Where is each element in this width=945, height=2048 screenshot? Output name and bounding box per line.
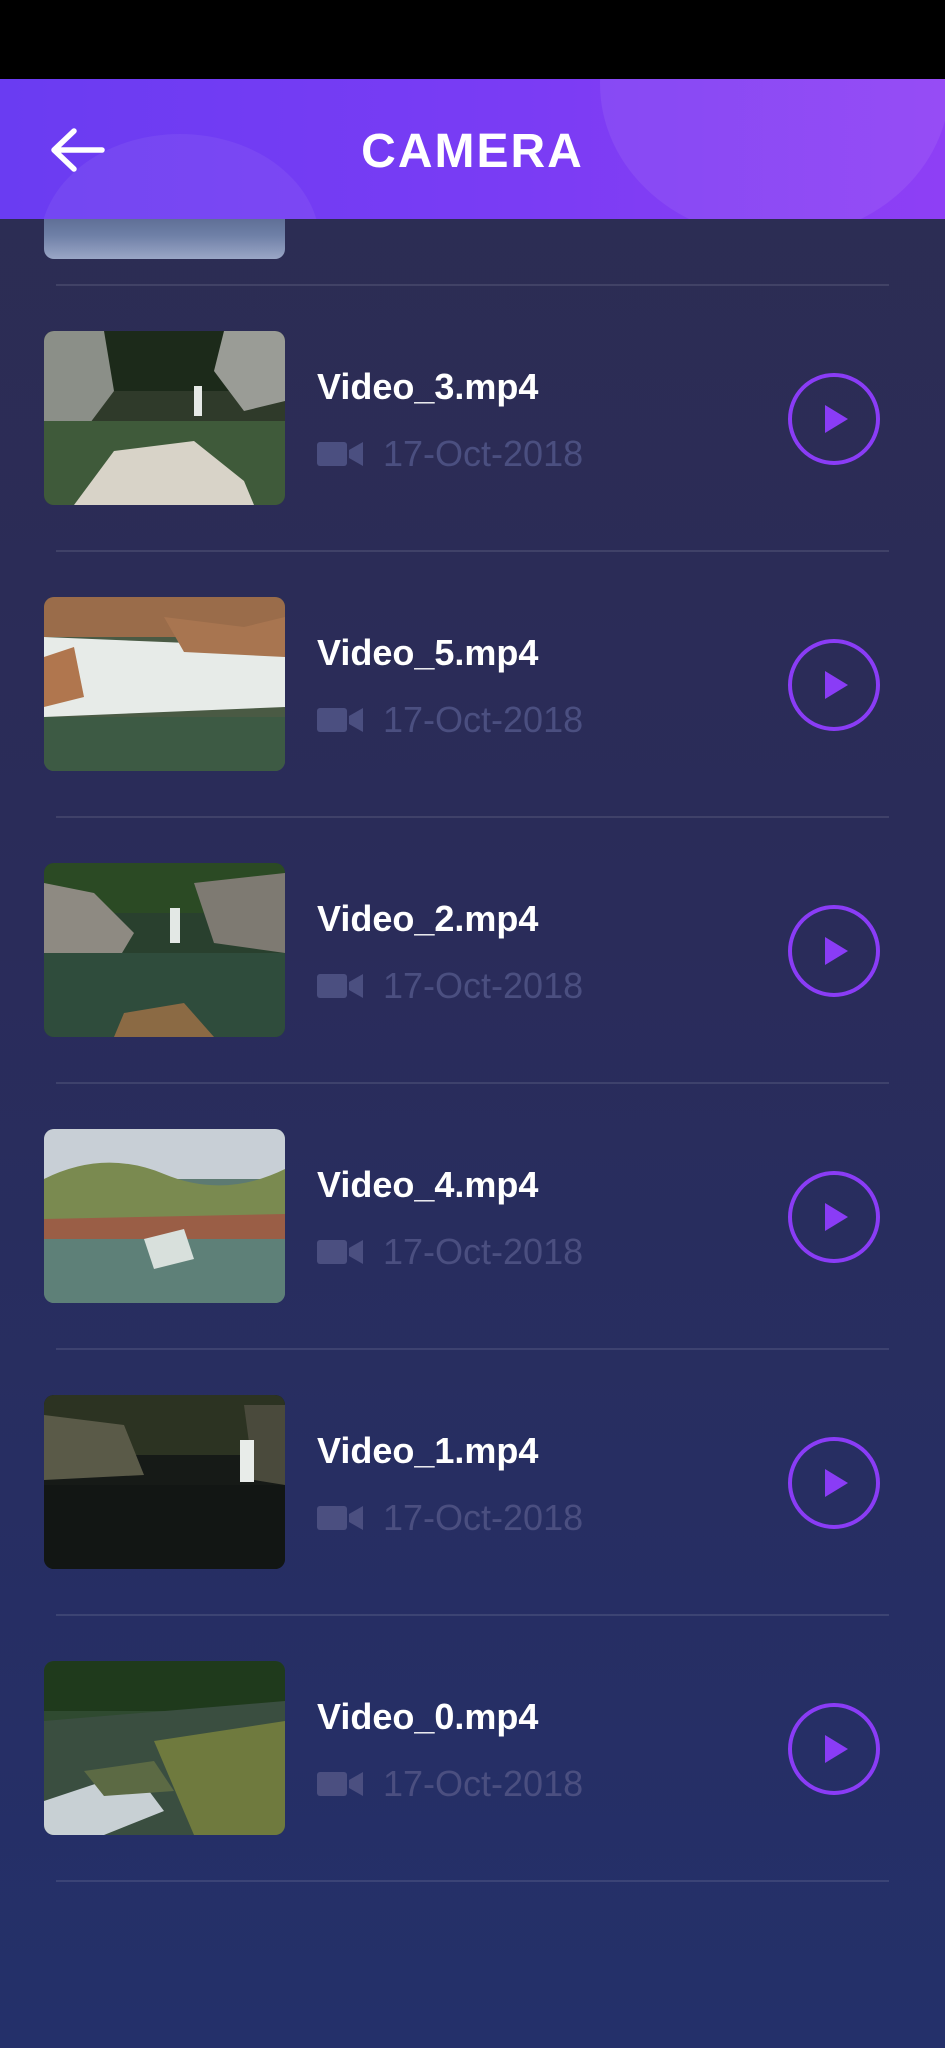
video-title: Video_0.mp4	[317, 1696, 539, 1737]
status-bar	[0, 0, 945, 79]
play-icon	[825, 1735, 848, 1763]
list-item[interactable]: Video_3.mp4 17-Oct-2018	[0, 285, 945, 551]
video-title: Video_1.mp4	[317, 1430, 539, 1471]
video-meta: 17-Oct-2018	[317, 1498, 583, 1538]
video-date: 17-Oct-2018	[383, 433, 584, 474]
video-thumbnail[interactable]	[44, 863, 285, 1037]
video-list[interactable]: Video_3.mp4 17-Oct-2018 Video_5.mp4 17-O…	[0, 219, 945, 2048]
list-item[interactable]: Video_5.mp4 17-Oct-2018	[0, 551, 945, 817]
video-meta: 17-Oct-2018	[317, 434, 583, 474]
video-date: 17-Oct-2018	[383, 1497, 584, 1538]
list-item[interactable]: Video_4.mp4 17-Oct-2018	[0, 1083, 945, 1349]
play-button[interactable]	[788, 905, 880, 997]
play-button[interactable]	[788, 639, 880, 731]
video-title: Video_2.mp4	[317, 898, 539, 939]
play-icon	[825, 405, 848, 433]
video-title: Video_3.mp4	[317, 366, 539, 407]
video-date: 17-Oct-2018	[383, 1763, 584, 1804]
video-meta: 17-Oct-2018	[317, 1232, 583, 1272]
video-meta: 17-Oct-2018	[317, 1764, 583, 1804]
video-title: Video_4.mp4	[317, 1164, 539, 1205]
divider	[56, 1880, 889, 1882]
video-title: Video_5.mp4	[317, 632, 539, 673]
video-meta: 17-Oct-2018	[317, 966, 583, 1006]
video-camera-icon	[317, 1237, 363, 1267]
video-date: 17-Oct-2018	[383, 965, 584, 1006]
app-header: CAMERA	[0, 79, 945, 219]
play-icon	[825, 1203, 848, 1231]
video-date: 17-Oct-2018	[383, 699, 584, 740]
play-button[interactable]	[788, 1171, 880, 1263]
play-button[interactable]	[788, 373, 880, 465]
list-item[interactable]: Video_2.mp4 17-Oct-2018	[0, 817, 945, 1083]
play-icon	[825, 1469, 848, 1497]
video-thumbnail[interactable]	[44, 1395, 285, 1569]
play-icon	[825, 671, 848, 699]
video-camera-icon	[317, 1503, 363, 1533]
play-button[interactable]	[788, 1437, 880, 1529]
play-icon	[825, 937, 848, 965]
video-camera-icon	[317, 705, 363, 735]
video-thumbnail[interactable]	[44, 1661, 285, 1835]
video-camera-icon	[317, 439, 363, 469]
play-button[interactable]	[788, 1703, 880, 1795]
video-thumbnail[interactable]	[44, 219, 285, 259]
video-camera-icon	[317, 1769, 363, 1799]
video-thumbnail[interactable]	[44, 331, 285, 505]
page-title: CAMERA	[361, 125, 584, 178]
video-date: 17-Oct-2018	[383, 1231, 584, 1272]
video-camera-icon	[317, 971, 363, 1001]
list-item[interactable]: Video_0.mp4 17-Oct-2018	[0, 1615, 945, 1881]
video-thumbnail[interactable]	[44, 597, 285, 771]
video-thumbnail[interactable]	[44, 1129, 285, 1303]
list-item[interactable]: Video_1.mp4 17-Oct-2018	[0, 1349, 945, 1615]
video-meta: 17-Oct-2018	[317, 700, 583, 740]
